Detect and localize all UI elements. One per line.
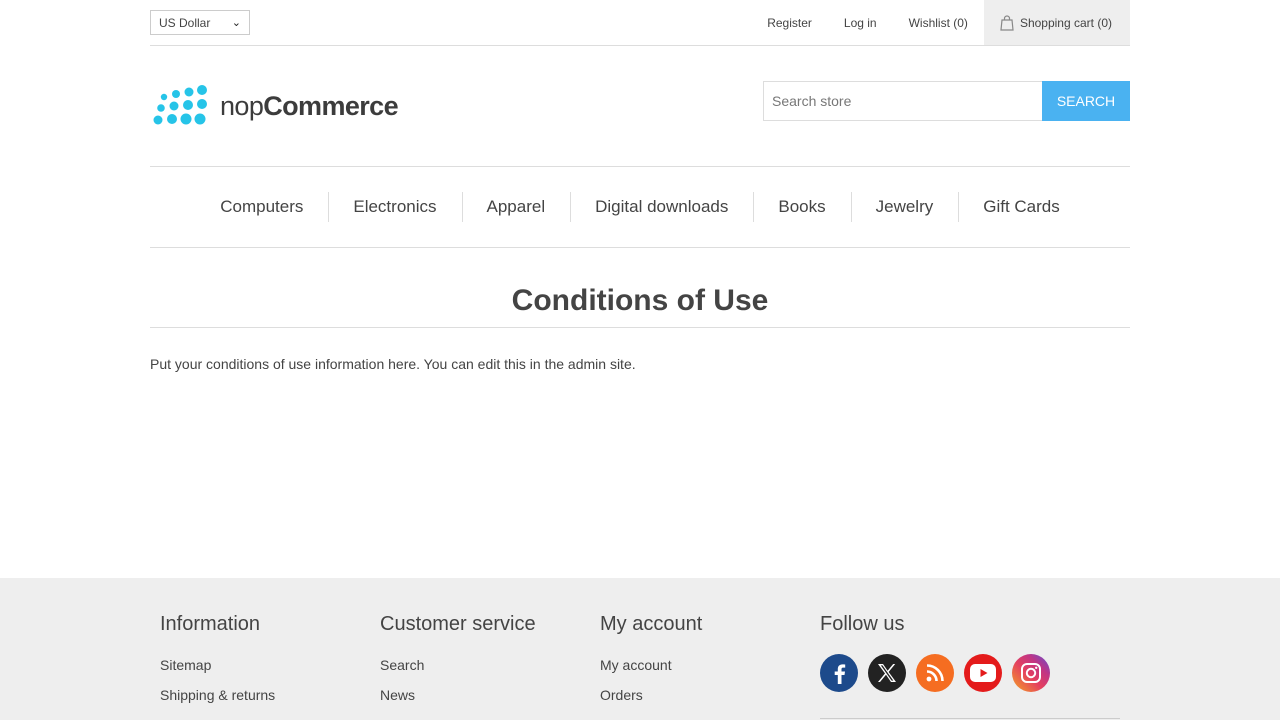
search-button[interactable]: SEARCH	[1042, 81, 1130, 121]
footer-information-title: Information	[160, 613, 261, 635]
register-link[interactable]: Register	[767, 16, 812, 30]
menu-item-jewelry[interactable]: Jewelry	[850, 192, 959, 222]
footer-my-account: My account My account Orders	[600, 612, 820, 716]
shopping-bag-icon	[1000, 14, 1014, 31]
logo-text-prefix: nop	[220, 90, 264, 121]
page-title: Conditions of Use	[150, 280, 1130, 328]
top-menu: Computers Electronics Apparel Digital do…	[150, 166, 1130, 248]
rss-icon[interactable]	[916, 654, 954, 692]
facebook-icon[interactable]	[820, 654, 858, 692]
chevron-down-icon: ⌄	[231, 17, 241, 29]
footer-link-my-account[interactable]: My account	[600, 656, 820, 674]
store-logo[interactable]: nopCommerce	[152, 84, 399, 128]
youtube-icon[interactable]	[964, 654, 1002, 692]
footer-link-shipping-returns[interactable]: Shipping & returns	[160, 686, 380, 704]
instagram-icon[interactable]	[1012, 654, 1050, 692]
footer-link-orders[interactable]: Orders	[600, 686, 820, 704]
footer-my-account-title: My account	[600, 613, 703, 635]
currency-select[interactable]: US Dollar ⌄	[150, 10, 250, 35]
search-box: Search store SEARCH	[763, 81, 1130, 121]
logo-text-suffix: Commerce	[263, 90, 399, 121]
footer-link-sitemap[interactable]: Sitemap	[160, 656, 380, 674]
login-link[interactable]: Log in	[844, 16, 877, 30]
footer: Information Sitemap Shipping & returns C…	[0, 578, 1280, 720]
menu-item-digital-downloads[interactable]: Digital downloads	[570, 192, 753, 222]
currency-value: US Dollar	[159, 15, 211, 30]
logo-text: nopCommerce	[220, 90, 399, 121]
social-links	[820, 654, 1120, 692]
menu-item-apparel[interactable]: Apparel	[461, 192, 571, 222]
footer-link-search[interactable]: Search	[380, 656, 600, 674]
footer-link-news[interactable]: News	[380, 686, 600, 704]
header-links: Register Log in Wishlist (0) Shopping ca…	[751, 0, 1130, 45]
footer-information: Information Sitemap Shipping & returns	[160, 612, 380, 716]
search-input[interactable]: Search store	[763, 81, 1042, 121]
footer-divider	[820, 718, 1120, 719]
menu-item-gift-cards[interactable]: Gift Cards	[958, 192, 1085, 222]
page-body-text: Put your conditions of use information h…	[150, 356, 636, 372]
menu-item-electronics[interactable]: Electronics	[328, 192, 461, 222]
footer-follow-us-title: Follow us	[820, 613, 905, 635]
menu-item-books[interactable]: Books	[753, 192, 850, 222]
footer-follow-us: Follow us	[820, 612, 1120, 692]
footer-customer-service-title: Customer service	[380, 613, 536, 635]
shopping-cart-link[interactable]: Shopping cart (0)	[983, 0, 1130, 45]
footer-customer-service: Customer service Search News	[380, 612, 600, 716]
shopping-cart-label: Shopping cart (0)	[1019, 15, 1112, 30]
header-upper: US Dollar ⌄ Register Log in Wishlist (0)…	[150, 0, 1130, 46]
menu-item-computers[interactable]: Computers	[195, 192, 328, 222]
logo-dots-icon	[153, 85, 207, 125]
wishlist-link[interactable]: Wishlist (0)	[909, 16, 968, 30]
x-icon[interactable]	[868, 654, 906, 692]
